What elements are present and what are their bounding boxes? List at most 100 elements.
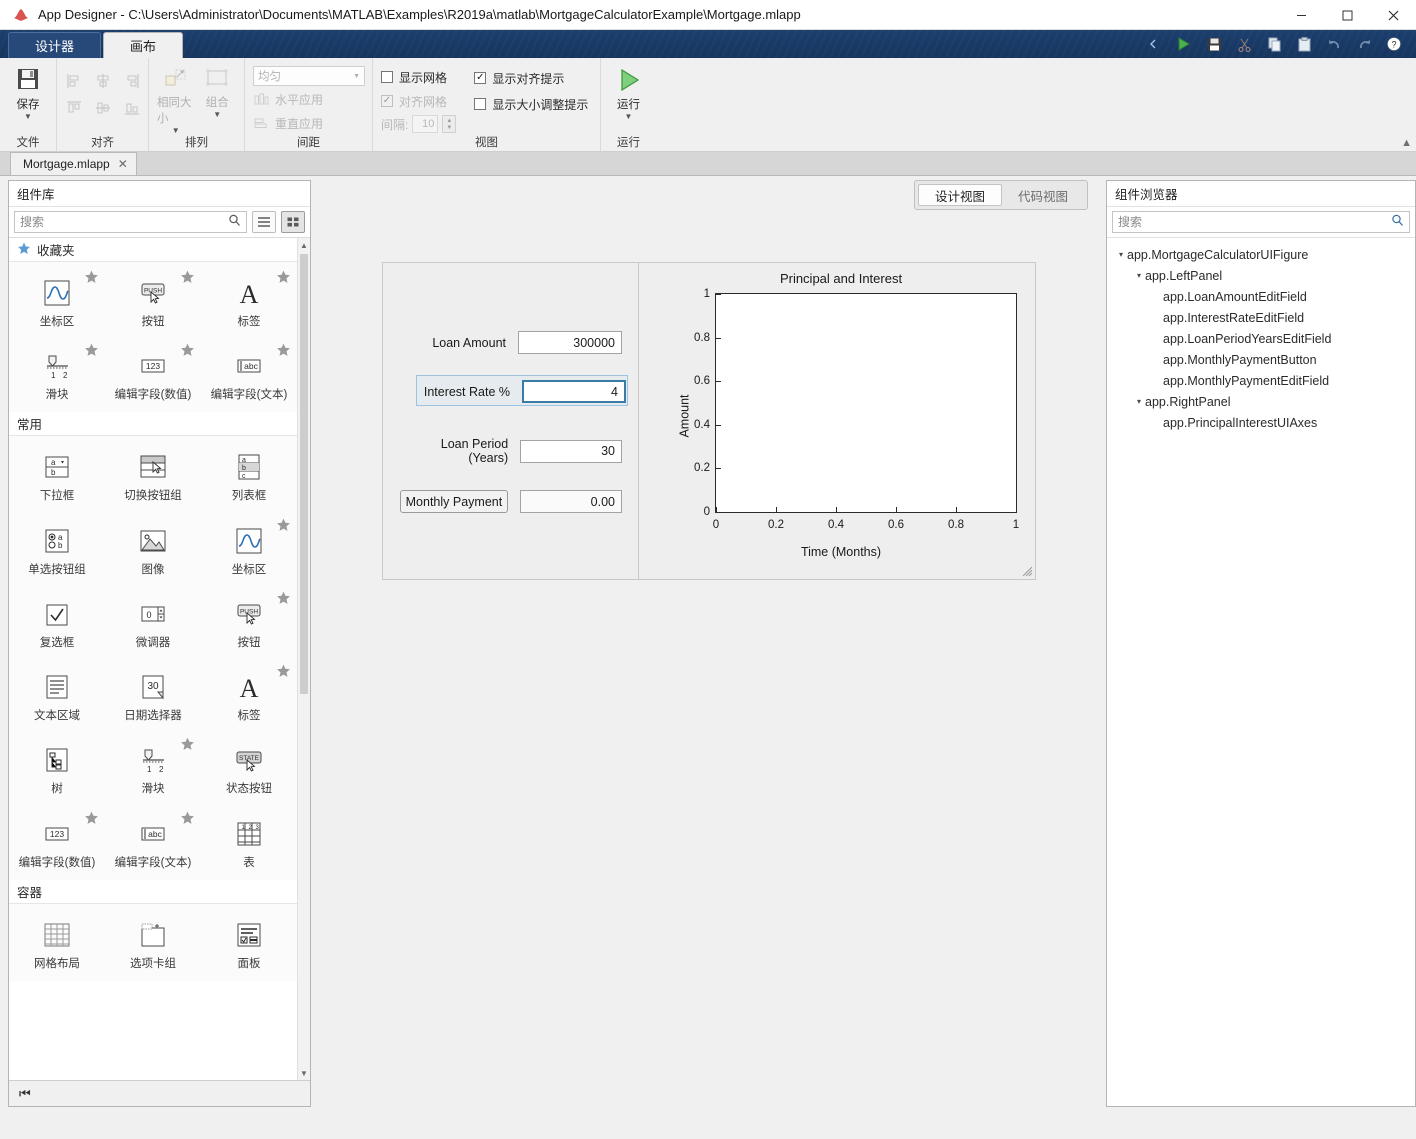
library-component[interactable]: 坐标区 — [201, 518, 297, 577]
library-component[interactable]: 文本区域 — [9, 664, 105, 723]
monthly-payment-button[interactable]: Monthly Payment — [400, 490, 508, 513]
align-left-icon[interactable] — [60, 68, 88, 94]
minimize-button[interactable] — [1278, 0, 1324, 30]
scroll-up-icon[interactable]: ▲ — [298, 238, 310, 252]
library-section-header-containers[interactable]: 容器 — [9, 879, 297, 904]
library-component[interactable]: a b 单选按钮组 — [9, 518, 105, 577]
align-bottom-icon[interactable] — [118, 95, 146, 121]
paste-icon[interactable] — [1290, 33, 1318, 55]
favorite-star-icon[interactable] — [84, 270, 99, 287]
library-component[interactable]: 切换按钮组 — [105, 444, 201, 503]
chevron-down-icon[interactable]: ▾ — [1133, 397, 1145, 406]
scroll-down-icon[interactable]: ▼ — [298, 1066, 310, 1080]
library-component[interactable]: 30 日期选择器 — [105, 664, 201, 723]
favorite-star-icon[interactable] — [180, 270, 195, 287]
show-resize-hints-checkbox[interactable]: 显示大小调整提示 — [474, 93, 588, 115]
app-right-panel[interactable]: Principal and Interest Amount 0 0.2 0.4 0.6… — [639, 263, 1035, 579]
tree-node[interactable]: app.MonthlyPaymentButton — [1107, 349, 1415, 370]
group-caret-icon[interactable]: ▼ — [213, 111, 221, 119]
tab-designer[interactable]: 设计器 — [8, 32, 102, 58]
search-input-wrapper[interactable] — [14, 211, 247, 233]
component-browser-search-input[interactable] — [1118, 215, 1391, 229]
library-component[interactable]: abc 编辑字段(文本) — [105, 811, 201, 870]
library-component[interactable]: 网格布局 — [9, 912, 105, 971]
library-component[interactable]: a b c 列表框 — [201, 444, 297, 503]
library-component[interactable]: 123 表 — [201, 811, 297, 870]
spacing-mode-dropdown[interactable]: 均匀 ▼ — [253, 66, 365, 86]
interest-rate-input[interactable]: 4 — [522, 380, 626, 403]
library-component[interactable]: 0 微调器 — [105, 591, 201, 650]
monthly-payment-result[interactable]: 0.00 — [519, 490, 622, 513]
library-component[interactable]: 坐标区 — [9, 270, 105, 329]
qat-collapse-icon[interactable] — [1140, 33, 1168, 55]
search-icon[interactable] — [228, 214, 241, 230]
favorite-star-icon[interactable] — [276, 664, 291, 681]
favorite-star-icon[interactable] — [276, 518, 291, 535]
tab-code-view[interactable]: 代码视图 — [1002, 184, 1084, 206]
app-left-panel[interactable]: Loan Amount 300000 Interest Rate % 4 Loa… — [383, 263, 639, 579]
run-button[interactable]: 运行 ▼ — [609, 64, 648, 121]
tree-node[interactable]: app.MonthlyPaymentEditField — [1107, 370, 1415, 391]
resize-grip-icon[interactable] — [1021, 565, 1033, 577]
tab-canvas[interactable]: 画布 — [103, 32, 184, 58]
library-component[interactable]: STATE 状态按钮 — [201, 737, 297, 796]
scrollbar-thumb[interactable] — [300, 254, 308, 694]
group-button[interactable]: 组合 ▼ — [199, 64, 237, 119]
library-component[interactable]: 选项卡组 — [105, 912, 201, 971]
library-component[interactable]: abc 编辑字段(文本) — [201, 343, 297, 402]
library-component[interactable]: PUSH 按钮 — [105, 270, 201, 329]
close-icon[interactable]: ✕ — [118, 157, 128, 171]
chevron-down-icon[interactable]: ▾ — [1115, 250, 1127, 259]
grid-view-icon[interactable] — [281, 211, 305, 233]
tree-node[interactable]: app.InterestRateEditField — [1107, 307, 1415, 328]
align-top-icon[interactable] — [60, 95, 88, 121]
library-component[interactable]: PUSH 按钮 — [201, 591, 297, 650]
library-scrollbar[interactable]: ▲ ▼ — [297, 238, 310, 1080]
favorite-star-icon[interactable] — [180, 737, 195, 754]
favorite-star-icon[interactable] — [84, 811, 99, 828]
run-icon[interactable] — [1170, 33, 1198, 55]
align-center-icon[interactable] — [89, 68, 117, 94]
library-component[interactable]: 1 2 滑块 — [105, 737, 201, 796]
library-section-header-common[interactable]: 常用 — [9, 412, 297, 437]
tree-node[interactable]: ▾ app.LeftPanel — [1107, 265, 1415, 286]
favorite-star-icon[interactable] — [180, 343, 195, 360]
library-component[interactable]: A 标签 — [201, 270, 297, 329]
tree-node[interactable]: app.LoanAmountEditField — [1107, 286, 1415, 307]
component-library-search-input[interactable] — [20, 215, 228, 229]
same-size-button[interactable]: 相同大小 ▼ — [157, 64, 195, 135]
library-component[interactable]: a b 下拉框 — [9, 444, 105, 503]
run-dropdown-caret-icon[interactable]: ▼ — [625, 113, 633, 121]
principal-interest-axes[interactable]: Principal and Interest Amount 0 0.2 0.4 0.6… — [657, 271, 1025, 561]
tree-node[interactable]: app.PrincipalInterestUIAxes — [1107, 412, 1415, 433]
tree-node[interactable]: app.LoanPeriodYearsEditField — [1107, 328, 1415, 349]
close-button[interactable] — [1370, 0, 1416, 30]
tree-node[interactable]: ▾ app.MortgageCalculatorUIFigure — [1107, 244, 1415, 265]
search-icon[interactable] — [1391, 214, 1404, 230]
library-component[interactable]: 123 编辑字段(数值) — [9, 811, 105, 870]
favorite-star-icon[interactable] — [276, 270, 291, 287]
library-component[interactable]: 复选框 — [9, 591, 105, 650]
favorite-star-icon[interactable] — [276, 343, 291, 360]
save-button[interactable]: 保存 ▼ — [8, 64, 48, 121]
apply-vertical-button[interactable]: 重直应用 — [253, 112, 323, 134]
undo-icon[interactable] — [1320, 33, 1348, 55]
align-middle-icon[interactable] — [89, 95, 117, 121]
show-grid-checkbox[interactable]: 显示网格 — [381, 66, 456, 88]
library-component[interactable]: 1 2 滑块 — [9, 343, 105, 402]
loan-period-input[interactable]: 30 — [520, 439, 622, 463]
apply-horizontal-button[interactable]: 水平应用 — [253, 88, 323, 110]
browser-search-wrapper[interactable] — [1112, 211, 1410, 233]
document-tab-mortgage[interactable]: Mortgage.mlapp ✕ — [10, 152, 137, 175]
show-align-hints-checkbox[interactable]: ✓ 显示对齐提示 — [474, 67, 588, 89]
favorite-star-icon[interactable] — [84, 343, 99, 360]
plot-area[interactable]: 0 0.2 0.4 0.6 0.8 1 0 0.2 0.4 0.6 0.8 1 — [694, 288, 1019, 531]
tree-node[interactable]: ▾ app.RightPanel — [1107, 391, 1415, 412]
list-view-icon[interactable] — [252, 211, 276, 233]
tab-design-view[interactable]: 设计视图 — [917, 184, 1002, 206]
cut-icon[interactable] — [1230, 33, 1258, 55]
library-section-header-favorites[interactable]: 收藏夹 — [9, 238, 297, 262]
collapse-panel-icon[interactable]: ⏮ — [19, 1086, 31, 1102]
loan-amount-input[interactable]: 300000 — [518, 331, 622, 354]
library-component[interactable]: 图像 — [105, 518, 201, 577]
